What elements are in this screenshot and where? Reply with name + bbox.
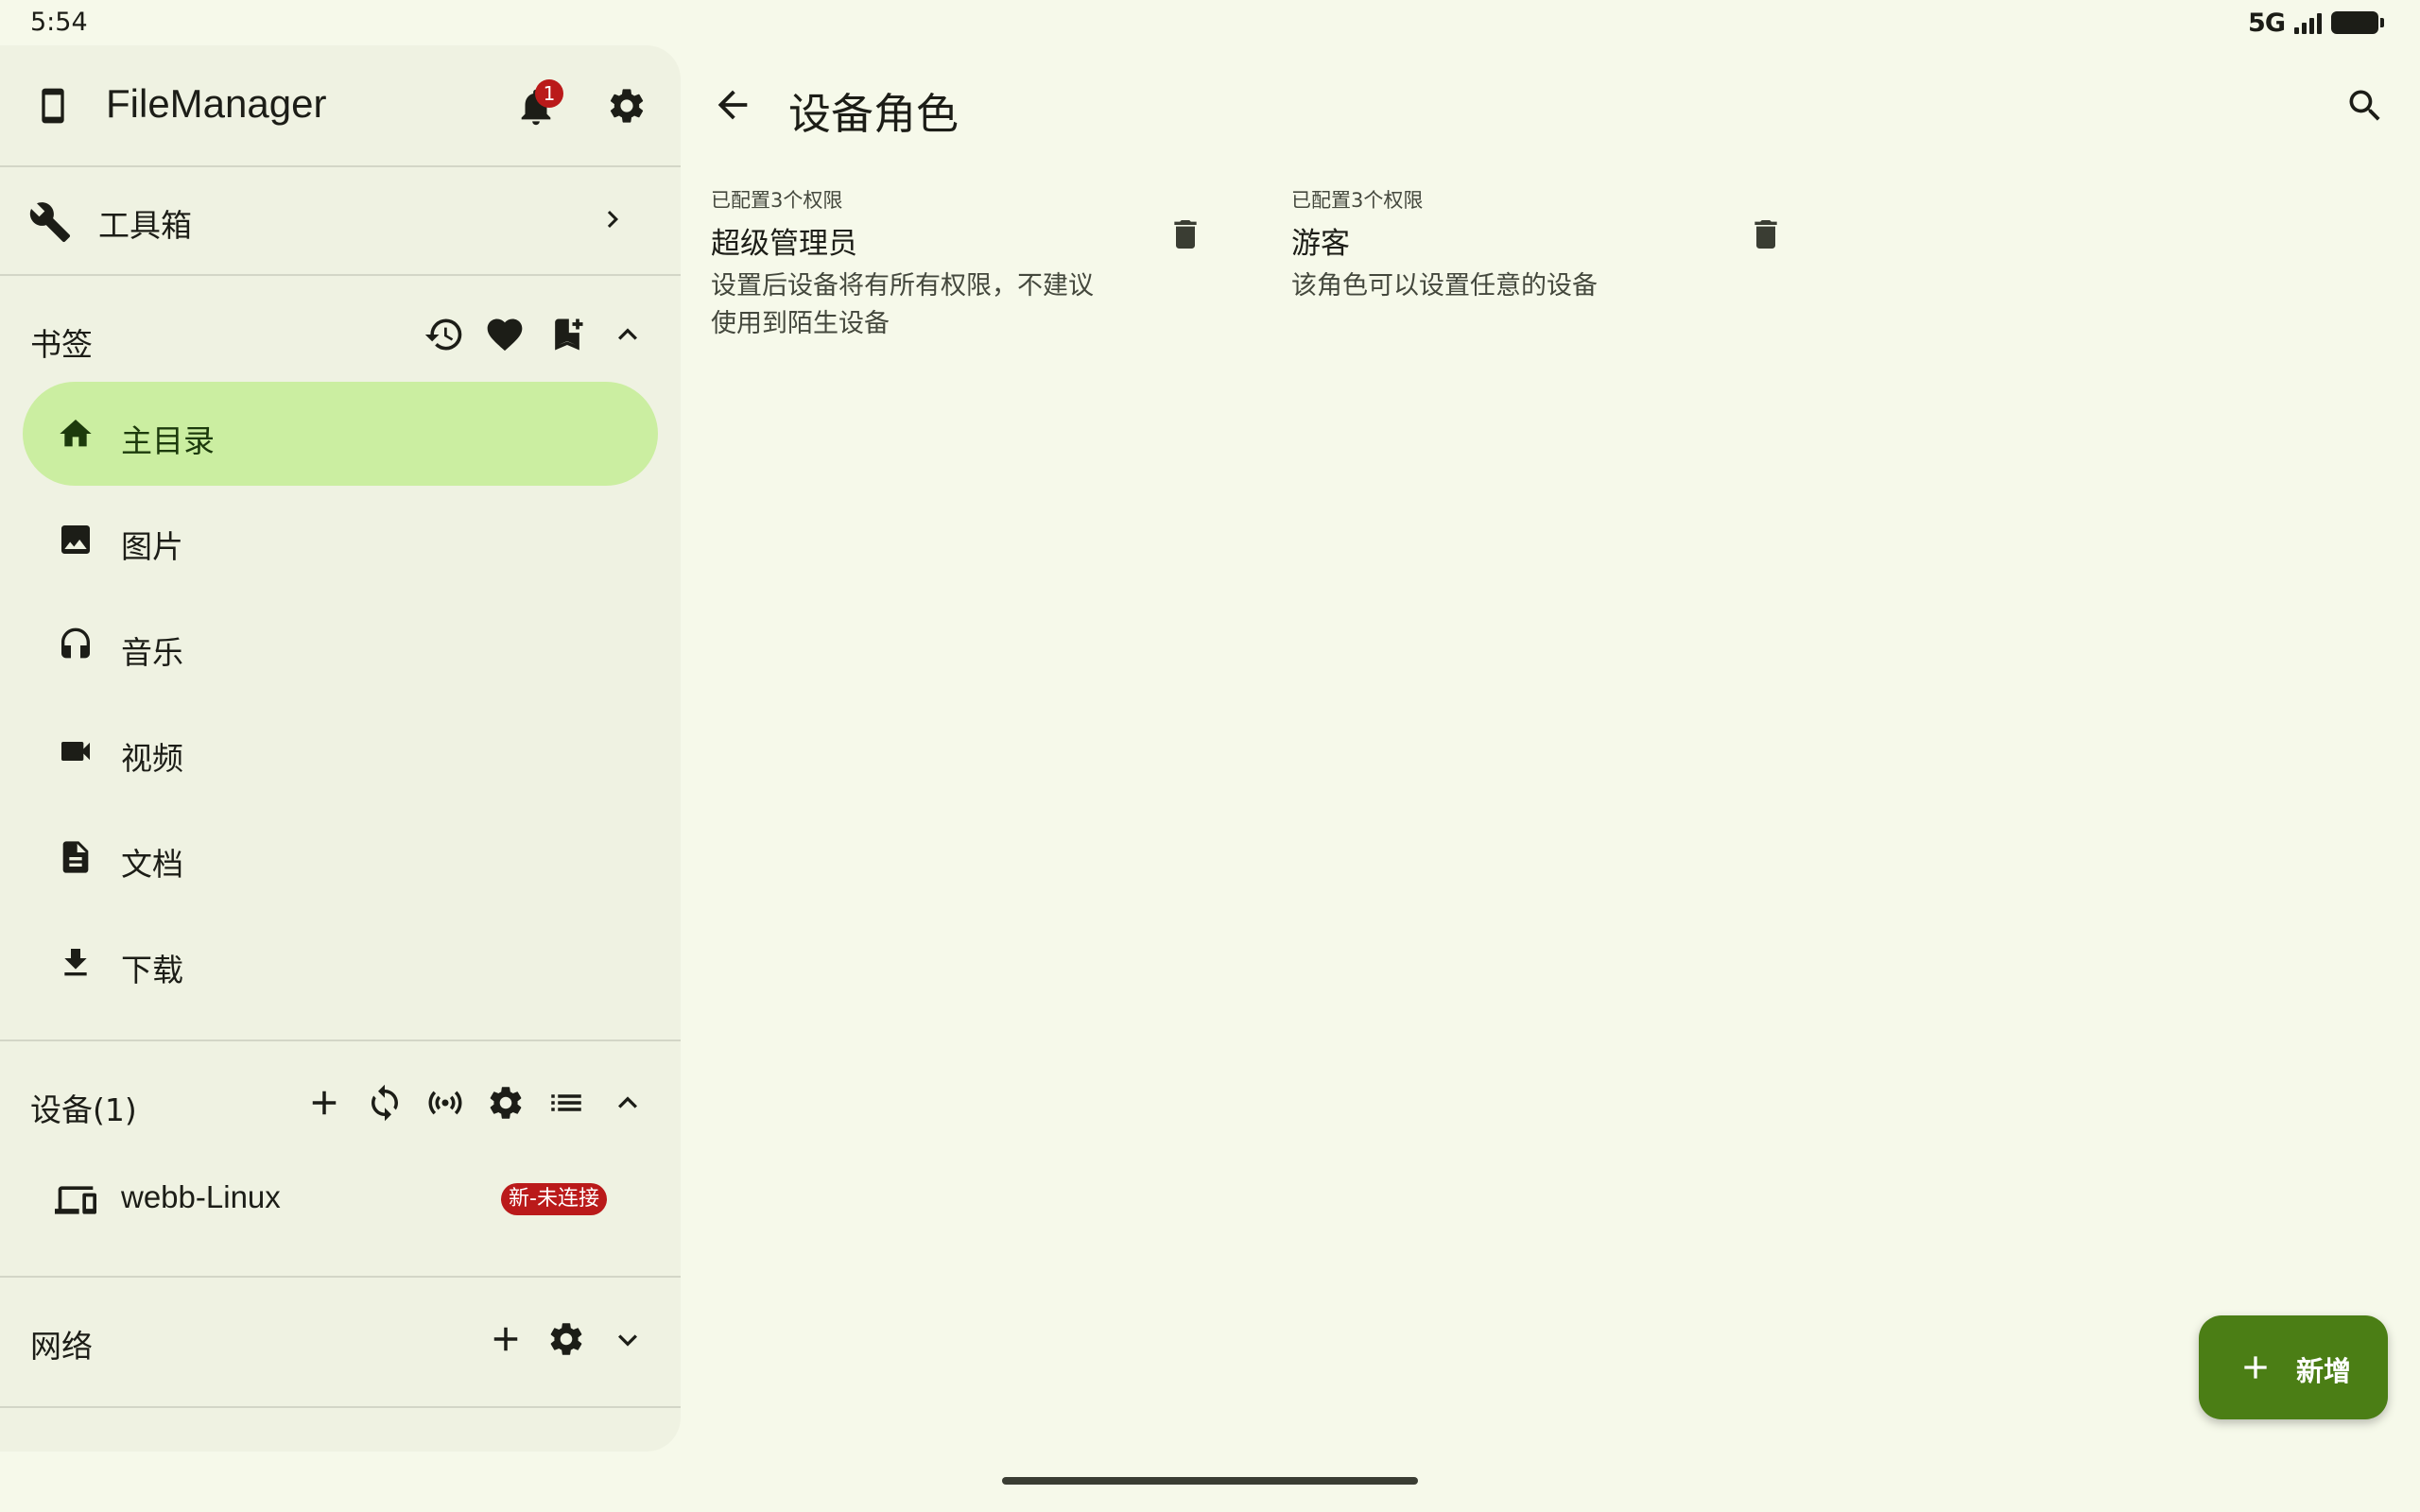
chevron-up-icon[interactable] [609,316,647,353]
wrench-icon [28,200,72,244]
status-bar: 5:54 5G [0,0,2420,43]
devices-section-title: 设备(1) [30,1091,137,1128]
bookmark-item-label: 音乐 [121,634,183,671]
bookmark-item-label: 图片 [121,528,183,565]
role-card[interactable]: 已配置3个权限 超级管理员 设置后设备将有所有权限，不建议使用到陌生设备 [711,185,1240,343]
toolbox-label: 工具箱 [98,207,192,244]
image-icon [57,521,95,558]
battery-icon [2331,11,2384,34]
divider [0,274,681,276]
chevron-down-icon[interactable] [609,1321,647,1359]
toolbox-row[interactable]: 工具箱 [0,168,681,272]
phone-icon [34,83,72,129]
home-icon [57,415,95,453]
delete-icon[interactable] [1747,214,1785,255]
signal-icon [2294,11,2322,34]
bookmark-item-music[interactable]: 音乐 [23,593,658,697]
delete-icon[interactable] [1167,214,1204,255]
navigation-drawer: FileManager 1 工具箱 书签 主目录 图片 音乐 视频 文档 下载 … [0,45,681,1452]
chevron-up-icon[interactable] [609,1084,647,1122]
role-permission-count: 已配置3个权限 [1291,189,1424,212]
list-icon[interactable] [546,1083,586,1123]
document-icon [57,838,95,876]
devices-icon [53,1179,98,1221]
network-type: 5G [2248,8,2286,38]
bookmark-add-icon[interactable] [546,314,588,355]
role-description: 该角色可以设置任意的设备 [1291,271,1598,301]
bookmark-item-pictures[interactable]: 图片 [23,488,658,592]
settings-gear-icon[interactable] [606,85,648,127]
history-icon[interactable] [424,314,465,355]
add-device-icon[interactable] [304,1083,344,1123]
bookmark-item-label: 文档 [121,846,183,883]
add-role-button[interactable]: 新增 [2199,1315,2388,1419]
bookmark-item-label: 视频 [121,740,183,777]
device-settings-icon[interactable] [486,1083,526,1123]
search-icon[interactable] [2344,85,2386,127]
add-network-icon[interactable] [486,1319,526,1359]
bookmark-item-downloads[interactable]: 下载 [23,911,658,1015]
bookmark-item-videos[interactable]: 视频 [23,699,658,803]
role-name: 游客 [1291,227,1350,261]
page-title: 设备角色 [788,89,959,139]
notification-badge: 1 [535,79,563,108]
network-settings-icon[interactable] [546,1319,586,1359]
device-status-badge: 新-未连接 [501,1183,607,1215]
broadcast-icon[interactable] [425,1083,465,1123]
headphones-icon [57,627,95,664]
chevron-right-icon [596,202,630,236]
device-name: webb-Linux [121,1179,281,1214]
status-time: 5:54 [30,8,88,37]
add-role-label: 新增 [2296,1355,2352,1387]
role-card[interactable]: 已配置3个权限 游客 该角色可以设置任意的设备 [1291,185,1821,305]
bookmarks-section-title: 书签 [30,326,93,363]
add-icon [2237,1349,2274,1386]
divider [0,1276,681,1278]
status-icons: 5G [2248,8,2384,38]
sync-icon[interactable] [365,1083,405,1123]
divider [0,1406,681,1408]
home-indicator[interactable] [1002,1477,1418,1485]
bookmark-item-label: 下载 [121,952,183,988]
divider [0,1040,681,1041]
role-permission-count: 已配置3个权限 [711,189,843,212]
videocam-icon [57,732,95,770]
role-name: 超级管理员 [711,227,857,261]
back-arrow-icon[interactable] [711,83,754,127]
favorite-heart-icon[interactable] [484,314,526,355]
app-title: FileManager [106,81,327,126]
download-icon [57,944,95,982]
bookmark-item-documents[interactable]: 文档 [23,805,658,909]
bookmark-item-home[interactable]: 主目录 [23,382,658,486]
network-section-title: 网络 [30,1328,93,1365]
divider [0,165,681,167]
role-description: 设置后设备将有所有权限，不建议使用到陌生设备 [711,271,1094,338]
bookmark-item-label: 主目录 [121,422,215,459]
